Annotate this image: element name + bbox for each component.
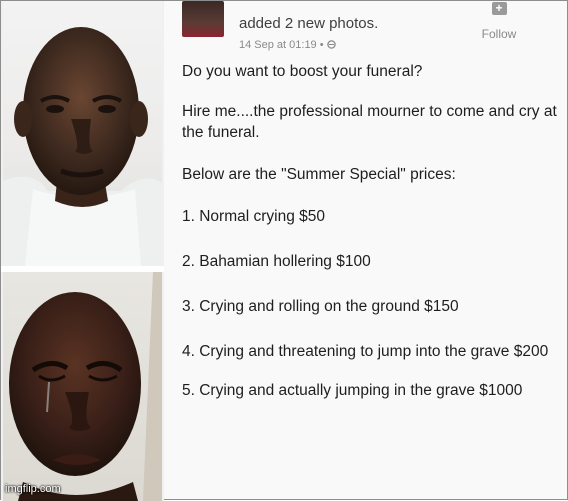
post-body: Do you want to boost your funeral? Hire … <box>182 61 562 425</box>
meme-frame: added 2 new photos. 14 Sep at 01:19 • + … <box>0 0 568 501</box>
post-meta: 14 Sep at 01:19 • <box>239 39 336 51</box>
price-item: 1. Normal crying $50 <box>182 208 326 225</box>
post-header-action: added 2 new photos. <box>239 15 379 32</box>
price-item: 3. Crying and rolling on the ground $150 <box>182 298 459 315</box>
post-timestamp[interactable]: 14 Sep at 01:19 • <box>239 39 327 51</box>
post-hire-text: Hire me....the professional mourner to c… <box>182 103 557 141</box>
post-question: Do you want to boost your funeral? <box>182 63 423 80</box>
follow-label: Follow <box>481 27 517 41</box>
social-post: added 2 new photos. 14 Sep at 01:19 • + … <box>164 1 567 499</box>
photo-man-crying <box>3 272 162 501</box>
price-item: 4. Crying and threatening to jump into t… <box>182 343 549 360</box>
follow-plus-icon: + <box>491 2 507 15</box>
photo-column <box>1 1 164 501</box>
prices-intro: Below are the "Summer Special" prices: <box>182 166 456 183</box>
price-item: 5. Crying and actually jumping in the gr… <box>182 382 523 399</box>
watermark: imgflip.com <box>5 483 61 495</box>
follow-button[interactable]: + Follow <box>469 1 529 42</box>
photo-man-neutral <box>3 1 162 266</box>
poster-avatar[interactable] <box>182 1 224 37</box>
audience-globe-icon <box>326 39 336 51</box>
price-item: 2. Bahamian hollering $100 <box>182 253 371 270</box>
